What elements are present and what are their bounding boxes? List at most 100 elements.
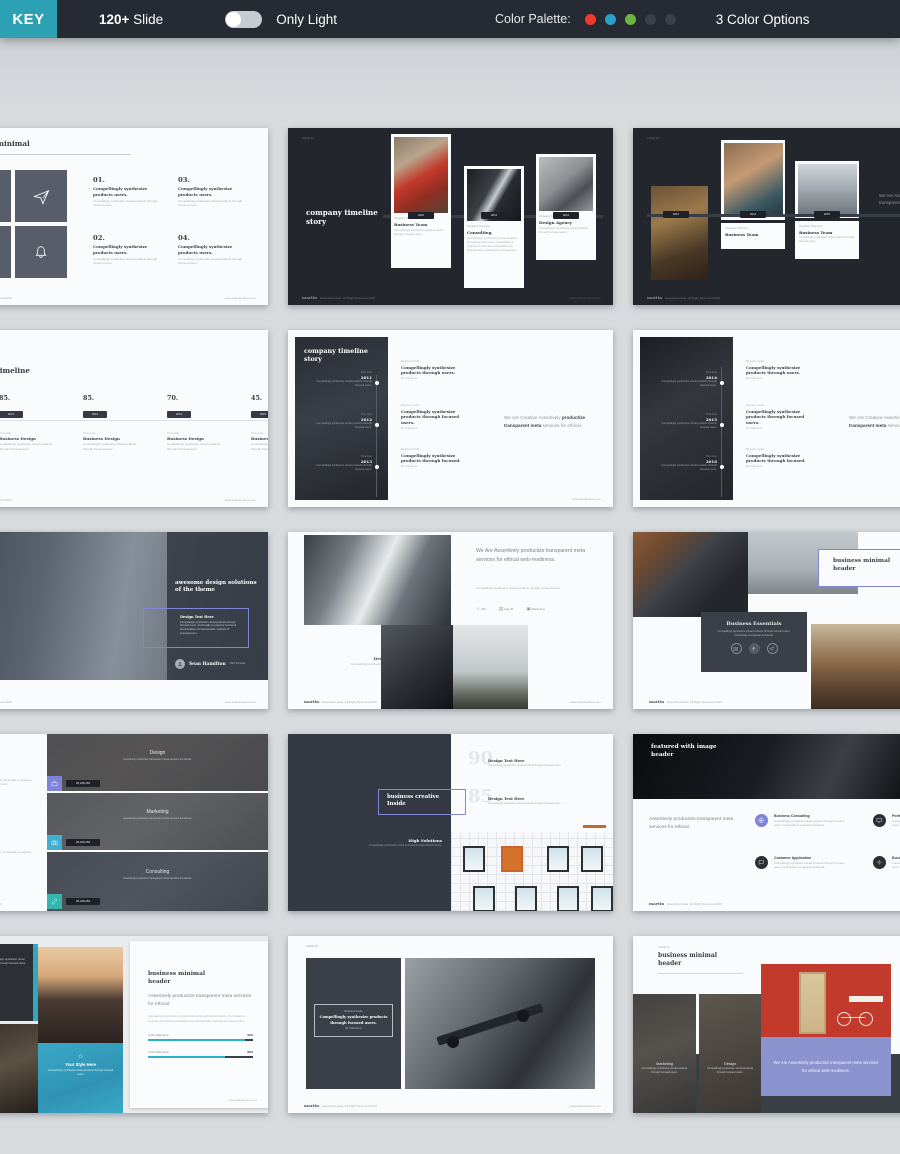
left-block: High Solutions Compellingly synthesize v… — [358, 838, 442, 848]
band-title: Marketing — [47, 809, 268, 815]
slide-footer: Essential Inside. All Right Reserved 201… — [0, 498, 256, 502]
content-block: Business Inside Compellingly synthesize … — [401, 404, 471, 431]
ghost-block: Design Text Here Compellingly synthesize… — [488, 758, 573, 768]
timeline-card-text: Company Time Line Business Team — [721, 223, 785, 249]
palette-dot-dim-1[interactable] — [645, 14, 656, 25]
photo-red-truck — [394, 137, 448, 213]
timeline-card-text: Company Time Line Business Team Compelli… — [795, 221, 859, 259]
block-label: Business Inside — [401, 360, 471, 364]
palette-dot-green[interactable] — [625, 14, 636, 25]
slide-footer: martinEssential Inside. All Right Reserv… — [302, 295, 601, 300]
timeline-photo-panel: Time Line 2014 Compellingly synthesize v… — [640, 337, 733, 500]
rights-text: Essential Inside. All Right Reserved 201… — [320, 296, 375, 300]
entry-text: Compellingly synthesize virtual products… — [312, 464, 372, 472]
statement-part: We Are Creative Assertively — [504, 415, 562, 420]
statement-part: We Are Creative Assertively — [849, 415, 900, 420]
toggle-knob[interactable] — [226, 12, 241, 27]
year-badge: 2011 — [481, 212, 507, 219]
photo-red-wall-bicycle — [761, 964, 891, 1037]
divider — [658, 973, 743, 974]
tile-overlay — [633, 994, 696, 1113]
slide-thumbnail-2[interactable]: SLIDE 14 company timeline story Company … — [288, 128, 613, 305]
entry-text: Compellingly synthesize virtual products… — [657, 422, 717, 430]
feature-text: Portfolio Website Compellingly synthesiz… — [892, 814, 900, 827]
slide-thumbnail-7[interactable]: awesome design solutions of the theme De… — [0, 532, 268, 709]
slide-footer: Essential Inside. All Right Reserved 201… — [0, 296, 256, 300]
block-text: Compellingly synthesize virtual products… — [358, 844, 442, 848]
block-title: High Solutions — [358, 838, 442, 843]
year-badge: 2015 — [814, 211, 840, 218]
avatar — [175, 659, 185, 669]
palette-dot-blue[interactable] — [605, 14, 616, 25]
website-link: www.websitename.com — [229, 1098, 258, 1102]
tile-sub: Compellingly synthesize virtual products… — [705, 1067, 755, 1075]
color-palette-dots — [585, 14, 676, 25]
rights-text: Essential Inside. All Right Reserved 201… — [667, 902, 722, 906]
footer-left: martinEssential Inside. All Right Reserv… — [304, 1103, 377, 1108]
footer-left: martinEssential Inside. All Right Reserv… — [304, 699, 377, 704]
stat-item: ▣ Marketing — [526, 606, 544, 612]
block-sub: By Collections — [401, 427, 471, 431]
palette-dot-red[interactable] — [585, 14, 596, 25]
quote-box: Design Text Here Compellingly synthesize… — [143, 608, 249, 648]
only-light-label: Only Light — [276, 12, 337, 27]
col-title: Business Design — [167, 436, 231, 441]
slide-thumbnail-8[interactable]: We Are Assertively productize transparen… — [288, 532, 613, 709]
block-label: Business Inside — [401, 404, 471, 408]
timeline-photo-panel: company timeline story Time Line 2011 Co… — [295, 337, 388, 500]
col-text: Compellingly synthesize visual products … — [251, 442, 268, 451]
slide-thumbnail-10[interactable]: business minimal header Compellingly syn… — [0, 734, 268, 911]
slide-tag: SLIDE 18 — [647, 136, 659, 140]
card-label: Company Time Line — [725, 227, 781, 231]
percent-value: 45. — [251, 394, 268, 402]
slide-thumbnail-13[interactable]: Compellingly synthesize virtual products… — [0, 936, 268, 1113]
content-block: Business Inside Compellingly synthesize … — [401, 448, 471, 469]
statement: Assertively productize transparent meta … — [649, 816, 737, 831]
window — [557, 886, 579, 911]
col-title: Business Design — [83, 436, 147, 441]
tile-title: Design — [699, 1062, 761, 1066]
item-heading: Compellingly synthesize products users. — [93, 244, 159, 255]
percent-value: 85. — [83, 394, 147, 402]
slide-thumbnail-5[interactable]: company timeline story Time Line 2011 Co… — [288, 330, 613, 507]
slide-thumbnail-14[interactable]: SLIDE 32 Business Inside Compellingly sy… — [288, 936, 613, 1113]
slide-thumbnail-4[interactable]: business timeline 85. 2013 Time Line Bus… — [0, 330, 268, 507]
footer-left: martinEssential Inside. All Right Reserv… — [302, 295, 375, 300]
timeline-entry: Time Line 2013 Compellingly synthesize v… — [312, 455, 372, 472]
timeline-entry: Time Line 2014 Compellingly synthesize v… — [657, 371, 717, 388]
panel-title: company timeline story — [304, 347, 376, 363]
card-title: Design Agency — [539, 220, 593, 225]
orange-window — [501, 846, 523, 872]
block-label: Business Inside — [746, 448, 816, 452]
feature-desc: Compellingly synthesize visual products … — [774, 861, 848, 869]
person-icon — [177, 661, 183, 667]
slide-thumbnail-15[interactable]: SLIDE 36 business minimal header Marketi… — [633, 936, 900, 1113]
slide-thumbnail-12[interactable]: featured with image header Assertively p… — [633, 734, 900, 911]
slide-thumbnail-1[interactable]: business minimal 01. Compellingly synthe… — [0, 128, 268, 305]
card-title: Business Essentials — [701, 621, 807, 627]
icon-tile — [15, 170, 67, 222]
slide-thumbnail-11[interactable]: business creative Inside High Solutions … — [288, 734, 613, 911]
slide-thumbnail-9[interactable]: business minimal header Design Text Here… — [633, 532, 900, 709]
box-sub: By Collections — [319, 1027, 388, 1031]
timeline-card — [721, 140, 785, 220]
photo-skateboard — [405, 958, 595, 1089]
skill-name: Chart Skill Name — [148, 1050, 169, 1054]
timeline-line — [376, 375, 377, 497]
stat-item: ☆ 496 — [476, 606, 486, 612]
feature-desc: Compellingly synthesize visual products … — [892, 819, 900, 827]
only-light-toggle[interactable] — [225, 11, 262, 28]
col-text: Compellingly synthesize visual products … — [0, 442, 59, 451]
photo-arch — [633, 532, 748, 617]
slide-thumbnail-3[interactable]: SLIDE 18 Company Time Line Business Team… — [633, 128, 900, 305]
col-title: Business Design — [251, 436, 268, 441]
palette-dot-dim-2[interactable] — [665, 14, 676, 25]
tile-text: Design Compellingly synthesize virtual p… — [699, 1062, 761, 1075]
skill-track — [148, 1056, 253, 1058]
dark-text-panel: Compellingly synthesize virtual products… — [0, 944, 33, 1021]
band-title: Consulting — [47, 869, 268, 875]
skill-bar: Chart Skill Name 88% — [148, 1050, 253, 1058]
slide-thumbnail-6[interactable]: Time Line 2014 Compellingly synthesize v… — [633, 330, 900, 507]
tile-text: Marketing Compellingly synthesize visual… — [633, 1062, 696, 1075]
card-text: Compellingly synthesize virtual products… — [48, 1069, 114, 1077]
